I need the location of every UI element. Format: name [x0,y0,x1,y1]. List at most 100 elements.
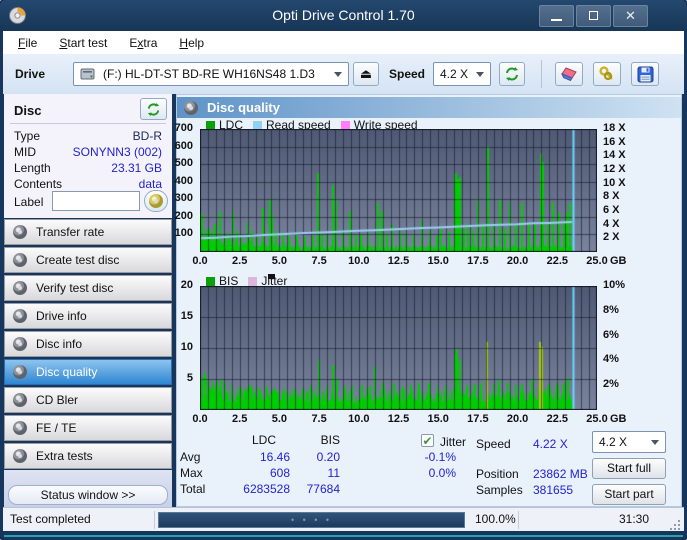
menu-extra[interactable]: Extra [118,31,168,54]
label-input[interactable] [52,191,140,211]
sidebar-item-drive-info[interactable]: Drive info [4,303,172,329]
axis-tick-label: 7.5 [305,255,333,267]
sidebar-item-fe-te[interactable]: FE / TE [4,415,172,441]
jitter-checkbox[interactable]: ✔ [421,434,434,447]
sidebar-item-label: Disc quality [36,365,97,379]
eject-button[interactable]: ⏏ [353,62,379,86]
axis-tick-label: 8 X [603,190,620,202]
axis-tick-label: 15.0 [424,413,452,425]
drive-select[interactable]: (F:) HL-DT-ST BD-RE WH16NS48 1.D3 [73,62,349,86]
position-label: Position [476,467,519,481]
axis-tick-label: 18 X [603,122,626,134]
axis-tick-label: 12 X [603,163,626,175]
start-part-button[interactable]: Start part [592,484,666,505]
bis-column-header: BIS [312,433,340,447]
sidebar-item-label: Verify test disc [36,281,113,295]
maximize-button[interactable] [576,5,611,27]
refresh-speed-button[interactable] [499,62,525,86]
minimize-button[interactable] [539,5,574,27]
refresh-disc-button[interactable] [140,98,167,120]
menu-file[interactable]: File [7,31,48,54]
samples-label: Samples [476,483,523,497]
total-bis: 77684 [290,482,340,496]
type-value: BD-R [133,129,162,143]
toolbar: Drive (F:) HL-DT-ST BD-RE WH16NS48 1.D3 … [3,54,684,94]
axis-tick-label: 2 X [603,231,620,243]
elapsed-time: 31:30 [619,512,649,526]
max-label: Max [180,466,203,480]
progress-percent: 100.0% [475,512,516,526]
sidebar-item-transfer-rate[interactable]: Transfer rate [4,219,172,245]
axis-tick-label: 400 [175,175,193,187]
axis-tick-label: GB [610,413,627,425]
axis-tick-label: 500 [175,157,193,169]
sidebar-item-label: CD Bler [36,393,78,407]
axis-tick-label: 600 [175,140,193,152]
cd-icon [13,309,27,323]
speed-select[interactable]: 4.2 X [433,62,491,86]
position-value: 23862 MB [533,467,588,481]
drive-label: Drive [15,67,45,81]
keys-icon [598,65,616,83]
erase-disc-button[interactable] [555,62,583,86]
statusbar-separator [154,511,155,529]
speed-label: Speed [389,67,425,81]
toolbar-separator [541,60,542,88]
axis-tick-label: 20.0 [504,413,532,425]
type-label: Type [14,129,40,143]
disc-panel: Disc Type BD-R MID SONYNN3 (002) Length … [4,94,172,218]
axis-tick-label: 10 X [603,177,626,189]
start-full-button[interactable]: Start full [592,458,666,479]
ldc-column-header: LDC [252,433,290,447]
sidebar-item-disc-quality[interactable]: Disc quality [4,359,172,385]
sidebar-item-create-test-disc[interactable]: Create test disc [4,247,172,273]
axis-tick-label: 0.0 [186,255,214,267]
menu-start-test[interactable]: Start test [48,31,118,54]
sidebar-item-label: Drive info [36,309,87,323]
resize-grip[interactable] [668,518,680,530]
axis-tick-label: 10.0 [345,413,373,425]
close-button[interactable]: ✕ [613,5,648,27]
cd-icon [13,281,27,295]
legend-swatch [248,277,257,286]
axis-tick-label: 700 [175,122,193,134]
sidebar-item-cd-bler[interactable]: CD Bler [4,387,172,413]
cd-icon [13,421,27,435]
section-title: Disc quality [207,100,280,115]
cd-icon [13,365,27,379]
axis-tick-label: 8% [603,304,619,316]
axis-tick-label: 25.0 [583,255,611,267]
title-bar[interactable]: Opti Drive Control 1.70 ✕ [0,0,687,31]
chevron-down-icon [476,72,484,77]
axis-tick-label: 25.0 [583,413,611,425]
avg-label: Avg [180,450,200,464]
eject-icon: ⏏ [360,66,372,82]
mid-value: SONYNN3 (002) [73,145,162,159]
sidebar-item-verify-test-disc[interactable]: Verify test disc [4,275,172,301]
axis-tick-label: 17.5 [464,255,492,267]
progress-dots: • • • • [291,515,332,525]
chart2-right-axis: 10%8%6%4%2% [601,286,641,410]
save-icon [637,66,654,83]
sidebar-item-disc-info[interactable]: Disc info [4,331,172,357]
status-window-button[interactable]: Status window >> [8,485,168,505]
bis-chart-canvas [200,286,597,410]
sidebar-item-extra-tests[interactable]: Extra tests [4,443,172,469]
cd-icon [13,253,27,267]
sidebar-item-label: FE / TE [36,421,76,435]
menu-bar: File Start test Extra Help [3,31,684,54]
disc-panel-title: Disc [14,103,41,118]
axis-tick-label: 2% [603,378,619,390]
sidebar-item-label: Extra tests [36,449,93,463]
license-button[interactable] [593,62,621,86]
save-button[interactable] [631,62,659,86]
menu-help[interactable]: Help [168,31,215,54]
mid-label: MID [14,145,36,159]
axis-tick-label: 12.5 [385,413,413,425]
axis-tick-label: 4% [603,353,619,365]
sidebar-item-label: Create test disc [36,253,119,267]
axis-tick-label: 12.5 [385,255,413,267]
axis-tick-label: 15 [181,310,193,322]
statusbar-separator [518,511,519,529]
speed-dropdown[interactable]: 4.2 X [592,431,666,453]
